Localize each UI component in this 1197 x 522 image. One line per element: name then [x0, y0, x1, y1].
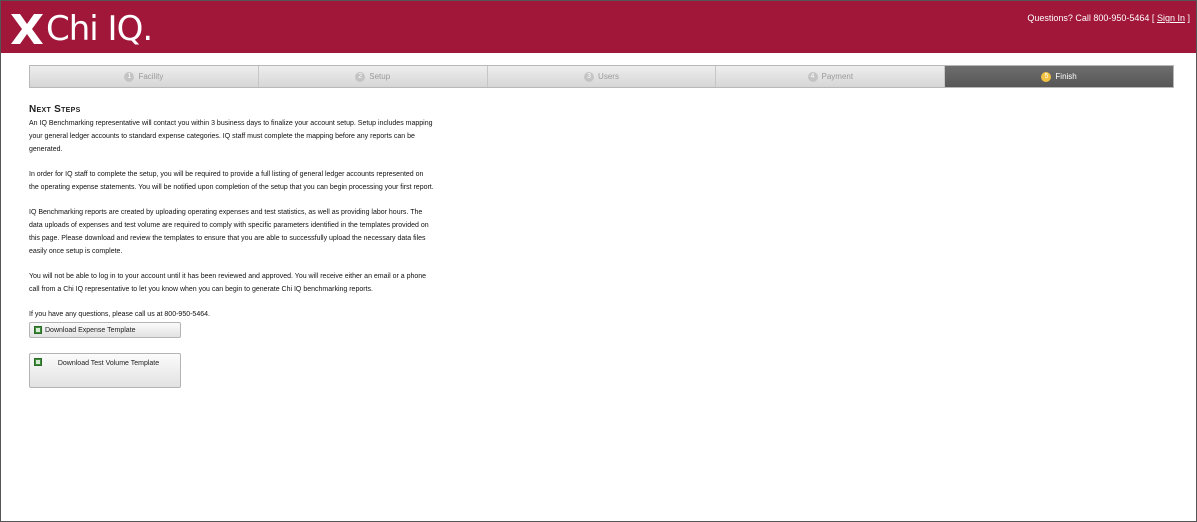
excel-file-icon — [34, 326, 42, 334]
download-expense-label: Download Expense Template — [45, 326, 136, 334]
step-payment: 4 Payment — [716, 66, 946, 87]
sign-in-link[interactable]: Sign In — [1157, 13, 1185, 23]
page-frame: Chi IQ. Questions? Call 800-950-5464 [ S… — [0, 0, 1197, 522]
next-steps-content: Next Steps An IQ Benchmarking representa… — [29, 104, 434, 388]
progress-steps: 1 Facility 2 Setup 3 Users 4 Payment 5 F… — [29, 65, 1174, 88]
paragraph-approval: You will not be able to log in to your a… — [29, 273, 427, 293]
step-label: Finish — [1055, 72, 1077, 81]
step-setup: 2 Setup — [258, 66, 488, 87]
page-title: Next Steps — [29, 104, 81, 115]
step-number: 3 — [584, 71, 595, 82]
chi-iq-logo[interactable]: Chi IQ. — [11, 9, 153, 49]
step-label: Setup — [369, 72, 391, 81]
paragraph-setup: An IQ Benchmarking representative will c… — [29, 120, 433, 153]
step-number: 5 — [1041, 71, 1052, 82]
step-label: Facility — [138, 72, 164, 81]
header-contact: Questions? Call 800-950-5464 [ Sign In ] — [1027, 13, 1190, 23]
paragraph-questions: If you have any questions, please call u… — [29, 311, 210, 318]
download-test-volume-template-button[interactable]: Download Test Volume Template — [29, 353, 181, 388]
step-number: 4 — [807, 71, 818, 82]
logo-x-mark-icon — [11, 14, 43, 44]
excel-file-icon — [34, 358, 42, 366]
step-number: 2 — [355, 71, 366, 82]
step-facility: 1 Facility — [30, 66, 259, 87]
step-users: 3 Users — [487, 66, 717, 87]
download-expense-template-button[interactable]: Download Expense Template — [29, 322, 181, 338]
paragraph-ledger: In order for IQ staff to complete the se… — [29, 171, 434, 191]
step-finish: 5 Finish — [945, 66, 1173, 87]
contact-text: Questions? Call 800-950-5464 [ — [1027, 13, 1155, 23]
download-test-volume-label: Download Test Volume Template — [57, 360, 160, 367]
step-label: Users — [598, 72, 619, 81]
step-label: Payment — [821, 72, 854, 81]
logo-text: Chi IQ. — [46, 9, 153, 49]
header-bar: Chi IQ. Questions? Call 800-950-5464 [ S… — [1, 1, 1196, 53]
paragraph-uploads: IQ Benchmarking reports are created by u… — [29, 209, 429, 255]
step-number: 1 — [124, 71, 135, 82]
contact-close-bracket: ] — [1187, 13, 1190, 23]
